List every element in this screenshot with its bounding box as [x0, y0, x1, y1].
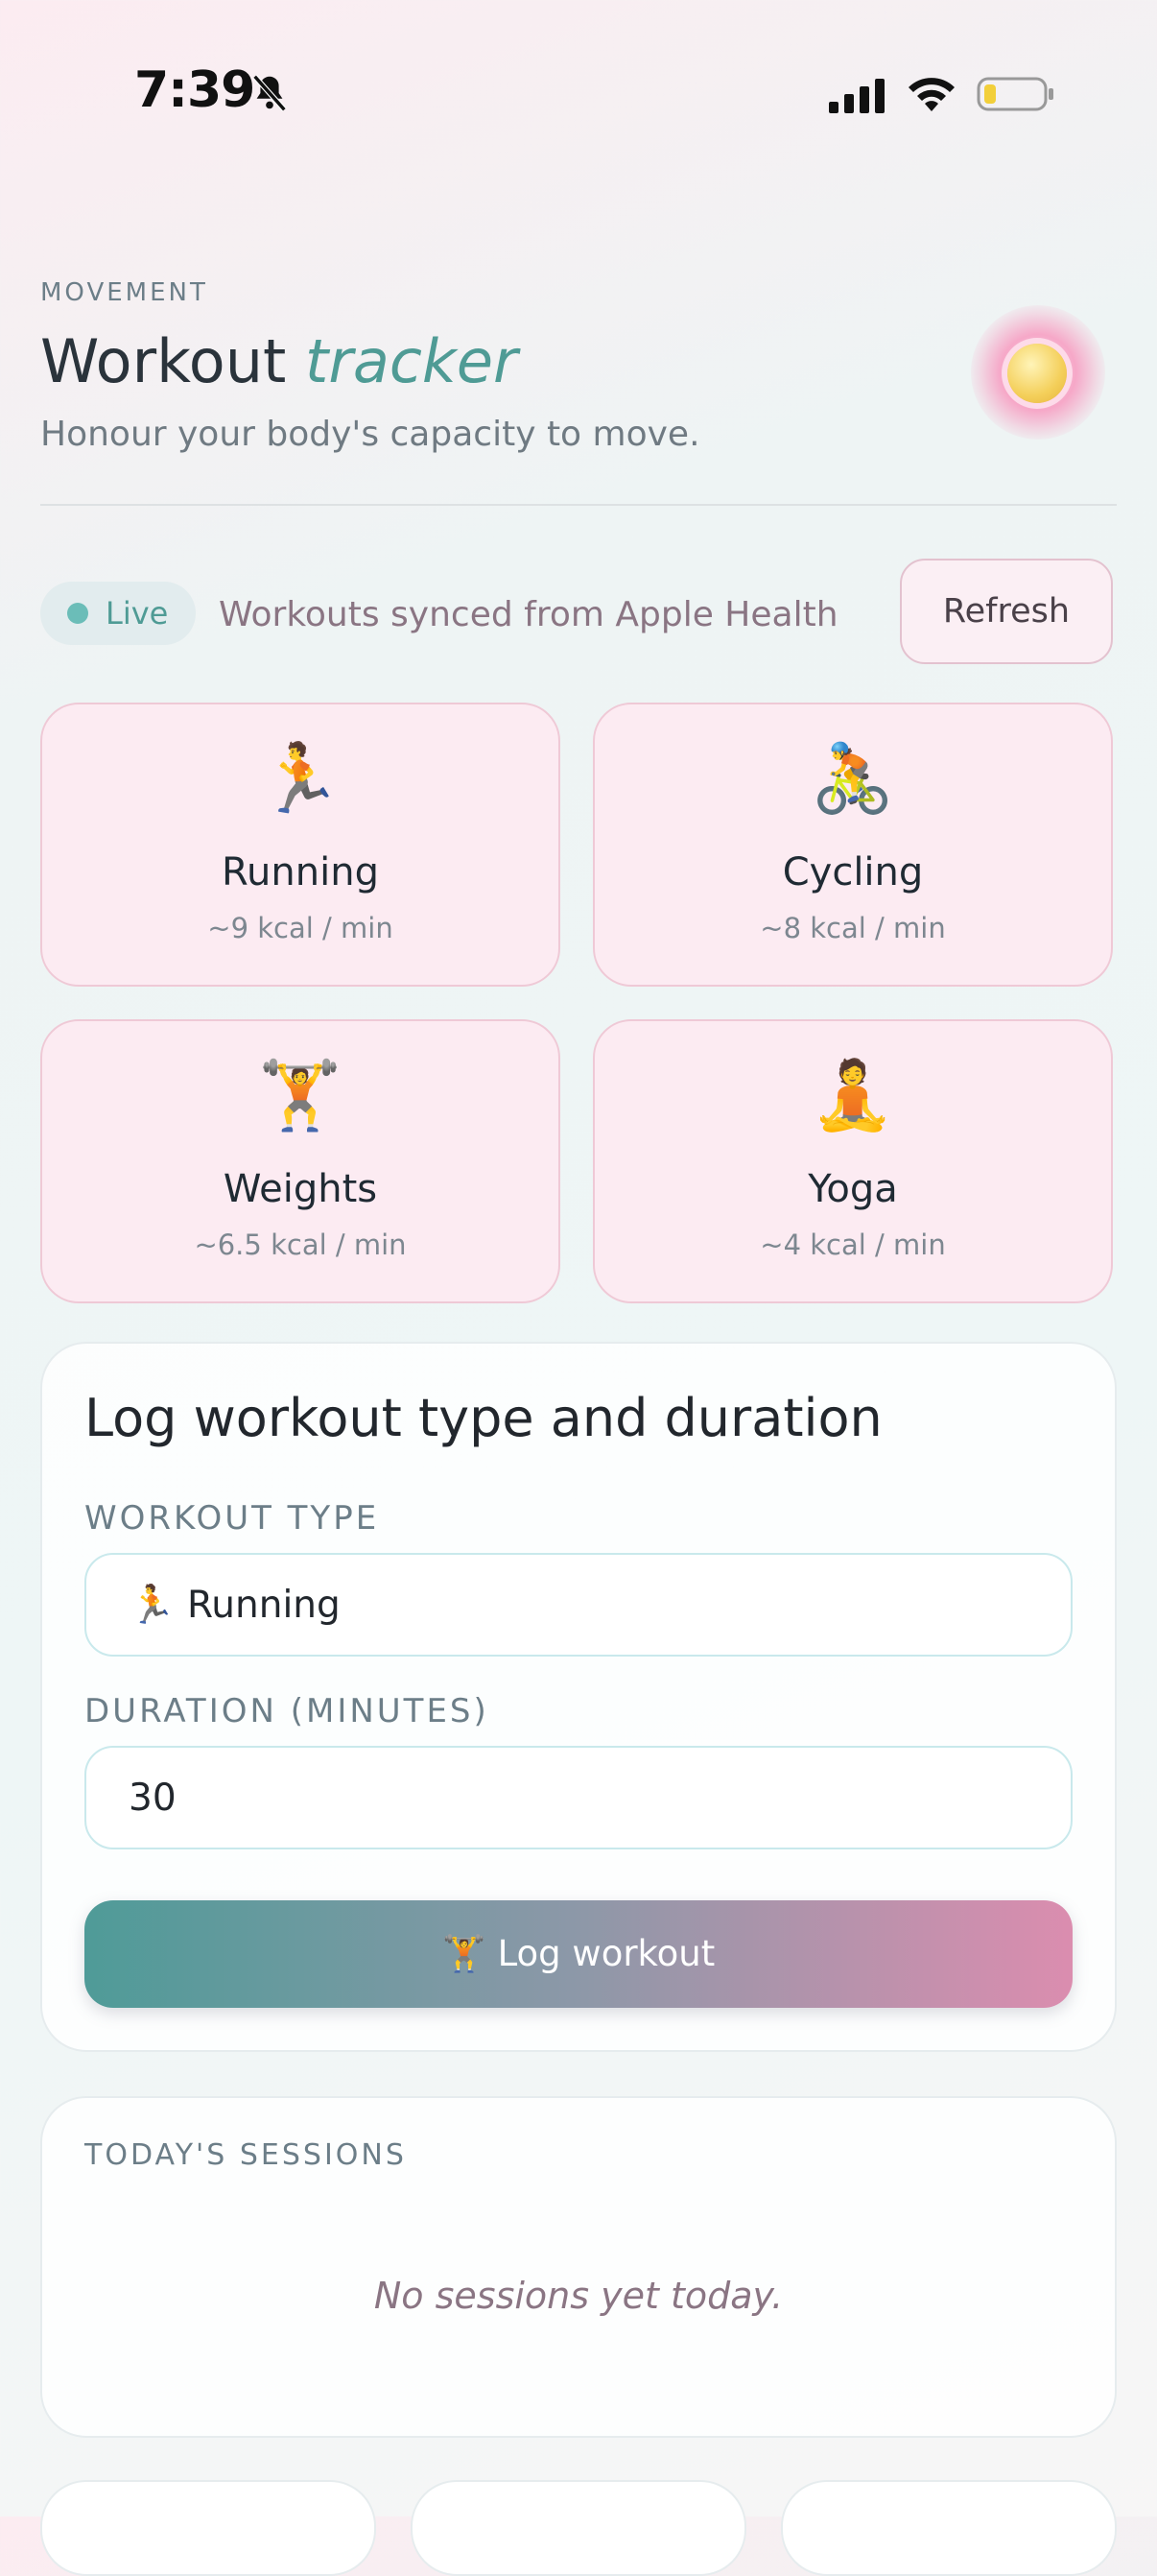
- weightlifting-icon: 🏋️: [258, 1056, 342, 1134]
- workout-card-rate: ~4 kcal / min: [760, 1228, 946, 1261]
- yoga-icon: 🧘: [811, 1056, 895, 1134]
- workout-type-label: WORKOUT TYPE: [84, 1499, 380, 1538]
- workout-card-name: Running: [222, 850, 379, 894]
- workout-card-name: Weights: [223, 1167, 378, 1211]
- battery-low-icon: [977, 77, 1053, 111]
- workout-card-name: Yoga: [808, 1167, 898, 1211]
- empty-sessions-text: No sessions yet today.: [373, 2275, 784, 2317]
- duration-input[interactable]: 30: [84, 1746, 1073, 1849]
- workout-card-rate: ~8 kcal / min: [760, 912, 946, 944]
- bottom-card-3: [781, 2480, 1117, 2576]
- bottom-card-2: [411, 2480, 746, 2576]
- header-divider: [40, 504, 1117, 506]
- orb-core-icon: [1007, 344, 1067, 403]
- page-subtitle: Honour your body's capacity to move.: [40, 415, 700, 454]
- cellular-signal-icon: [829, 79, 885, 113]
- cycling-icon: 🚴: [811, 739, 895, 818]
- live-badge-label: Live: [106, 595, 169, 632]
- status-time: 7:39: [134, 61, 255, 119]
- page-title: Workout tracker: [40, 326, 517, 396]
- log-form-title: Log workout type and duration: [84, 1388, 883, 1448]
- page-title-plain: Workout: [40, 326, 287, 396]
- section-eyebrow: MOVEMENT: [40, 278, 208, 307]
- workout-card-rate: ~9 kcal / min: [207, 912, 393, 944]
- bell-slash-icon: [252, 74, 287, 112]
- log-workout-button[interactable]: 🏋️ Log workout: [84, 1900, 1073, 2008]
- sessions-label: TODAY'S SESSIONS: [84, 2138, 407, 2172]
- sync-status-text: Workouts synced from Apple Health: [219, 595, 838, 634]
- wifi-icon: [909, 78, 955, 111]
- duration-label: DURATION (MINUTES): [84, 1692, 489, 1730]
- refresh-button[interactable]: Refresh: [900, 559, 1113, 664]
- running-icon: 🏃: [258, 739, 342, 818]
- bottom-card-1: [40, 2480, 376, 2576]
- live-dot-icon: [67, 603, 88, 624]
- workout-type-select[interactable]: 🏃 Running: [84, 1553, 1073, 1657]
- page-title-accent: tracker: [305, 326, 518, 396]
- workout-card-rate: ~6.5 kcal / min: [194, 1228, 407, 1261]
- workout-card-name: Cycling: [782, 850, 924, 894]
